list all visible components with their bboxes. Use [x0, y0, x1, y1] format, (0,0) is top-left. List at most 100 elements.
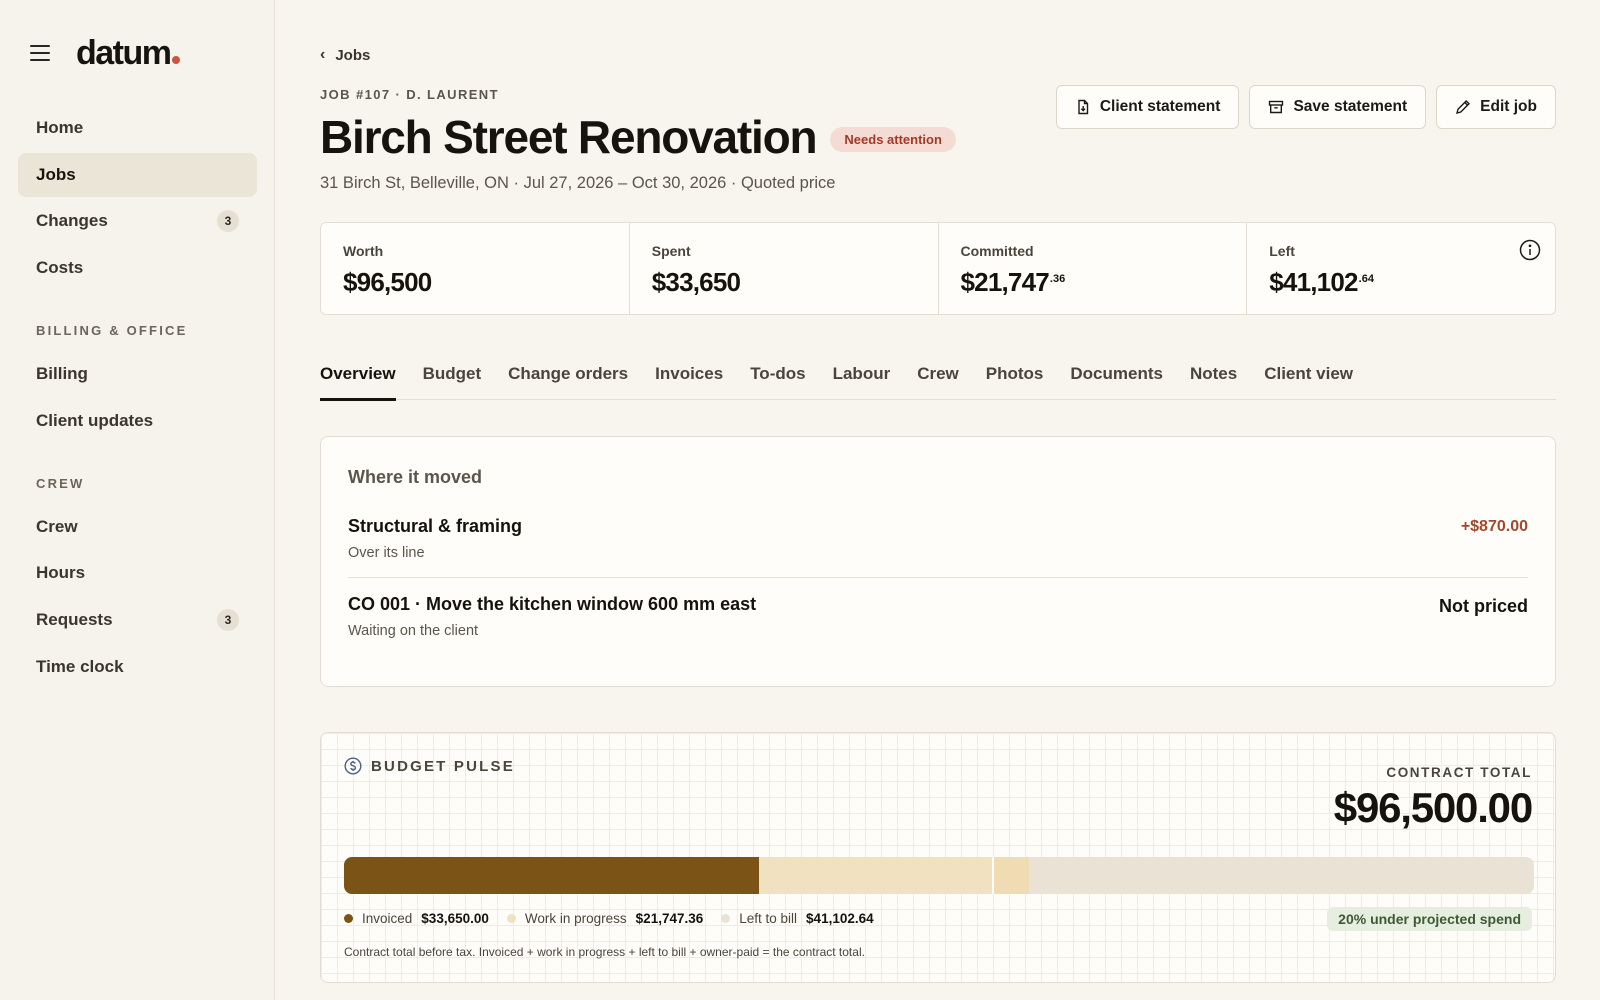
stat-value: $41,102.64 [1269, 267, 1374, 297]
contract-total-label: CONTRACT TOTAL [1386, 765, 1532, 780]
legend-item-wip: Work in progress $21,747.36 [506, 911, 704, 926]
header-actions: Client statement Save statement Edit job [1055, 85, 1556, 129]
list-item[interactable]: Structural & framing Over its line +$870… [348, 516, 1528, 578]
count-badge: 3 [217, 609, 239, 632]
client-statement-button[interactable]: Client statement [1055, 85, 1240, 129]
bar-segment-work-in-progress [758, 857, 993, 894]
tab-budget[interactable]: Budget [423, 360, 482, 400]
contract-total-value: $96,500.00 [1333, 784, 1533, 831]
where-it-moved-card: Where it moved Structural & framing Over… [320, 436, 1556, 687]
sidebar-item-label: Costs [36, 258, 84, 278]
legend-dot [344, 914, 353, 923]
legend-dot [721, 914, 731, 923]
sidebar-item-label: Crew [36, 516, 78, 536]
sidebar-item-jobs[interactable]: Jobs [18, 152, 257, 197]
button-label: Edit job [1480, 98, 1537, 115]
dollar-circle-icon [344, 757, 362, 775]
job-subline: 31 Birch St, Belleville, ON · Jul 27, 20… [320, 174, 836, 192]
sidebar-nav: Home Jobs Changes 3 Costs BILLING & OFFIC… [18, 106, 257, 692]
row-subtitle: Waiting on the client [348, 623, 479, 639]
row-title: CO 001 · Move the kitchen window 600 mm … [348, 594, 757, 614]
document-download-icon [1078, 99, 1089, 115]
sidebar-item-hours[interactable]: Hours [18, 551, 257, 595]
sidebar-item-label: Requests [36, 610, 113, 630]
tab-to-dos[interactable]: To-dos [750, 360, 805, 400]
legend-item-invoiced: Invoiced $33,650.00 [344, 911, 489, 926]
stat-value: $21,747.36 [960, 267, 1066, 297]
sidebar-item-billing[interactable]: Billing [18, 352, 257, 396]
tab-photos[interactable]: Photos [986, 360, 1044, 400]
stats-strip: Worth $96,500 Spent $33,650 Committed $2… [320, 222, 1556, 315]
budget-pulse-header: BUDGET PULSE [344, 757, 515, 775]
pencil-icon [1456, 100, 1471, 114]
stat-worth: Worth $96,500 [321, 223, 630, 314]
sidebar-item-home[interactable]: Home [18, 106, 257, 150]
sidebar-item-label: Client updates [36, 410, 154, 430]
card-title: Where it moved [348, 467, 483, 487]
stat-label: Spent [651, 243, 691, 259]
list-item[interactable]: CO 001 · Move the kitchen window 600 mm … [348, 594, 1528, 639]
job-meta: JOB #107 · D. LAURENT [320, 87, 499, 102]
budget-footnote: Contract total before tax. Invoiced + wo… [344, 945, 865, 959]
sidebar: datum Home Jobs Changes 3 Costs BILLING &… [0, 0, 275, 1000]
button-label: Save statement [1293, 98, 1408, 115]
sidebar-section-billing: BILLING & OFFICE [36, 323, 188, 339]
tab-client-view[interactable]: Client view [1264, 360, 1353, 400]
info-icon[interactable] [1519, 239, 1541, 261]
sidebar-item-costs[interactable]: Costs [18, 246, 257, 290]
legend-item-left: Left to bill $41,102.64 [721, 911, 874, 926]
status-badge: Needs attention [830, 126, 956, 152]
sidebar-item-label: Time clock [36, 656, 124, 676]
menu-icon[interactable] [30, 45, 50, 61]
sidebar-item-time-clock[interactable]: Time clock [18, 645, 257, 689]
sidebar-item-label: Hours [36, 563, 86, 583]
tab-labour[interactable]: Labour [833, 360, 891, 400]
logo[interactable]: datum [76, 36, 180, 70]
legend-label: Invoiced [362, 911, 413, 926]
legend-value: $33,650.00 [421, 911, 489, 926]
spend-status-badge: 20% under projected spend [1327, 907, 1532, 931]
legend-value: $21,747.36 [635, 911, 704, 926]
row-title: Structural & framing [348, 516, 523, 536]
stat-spent: Spent $33,650 [630, 223, 939, 314]
sidebar-item-requests[interactable]: Requests 3 [18, 598, 257, 642]
row-amount: +$870.00 [1460, 518, 1528, 535]
legend-label: Left to bill [739, 911, 798, 926]
tab-overview[interactable]: Overview [320, 360, 396, 401]
brand: datum [30, 36, 180, 70]
budget-legend: Invoiced $33,650.00 Work in progress $21… [344, 911, 892, 926]
logo-dot [171, 56, 180, 64]
stat-label: Left [1269, 243, 1295, 259]
count-badge: 3 [217, 210, 239, 233]
row-amount: Not priced [1438, 596, 1528, 616]
sidebar-item-label: Home [36, 118, 84, 137]
edit-job-button[interactable]: Edit job [1436, 85, 1556, 129]
stat-left: Left $41,102.64 [1247, 223, 1555, 314]
tab-crew[interactable]: Crew [917, 360, 959, 400]
legend-value: $41,102.64 [806, 911, 874, 926]
sidebar-section-crew: CREW [36, 475, 85, 491]
tab-notes[interactable]: Notes [1190, 360, 1237, 400]
legend-dot [506, 914, 516, 923]
tab-invoices[interactable]: Invoices [655, 360, 723, 400]
sidebar-item-crew[interactable]: Crew [18, 505, 257, 549]
sidebar-item-label: Changes [36, 211, 108, 231]
stat-value: $96,500 [343, 267, 432, 297]
title-row: Birch Street Renovation Needs attention [320, 113, 956, 161]
sidebar-item-changes[interactable]: Changes 3 [18, 199, 257, 243]
bar-segment-invoiced [344, 857, 759, 894]
budget-pulse-card: BUDGET PULSE CONTRACT TOTAL $96,500.00 I… [320, 732, 1556, 983]
bar-segment-work-in-progress-tail [994, 857, 1030, 894]
contract-total: CONTRACT TOTAL $96,500.00 [1333, 765, 1533, 832]
stat-value: $33,650 [651, 267, 741, 297]
tab-change-orders[interactable]: Change orders [508, 360, 628, 400]
stat-committed: Committed $21,747.36 [939, 223, 1248, 314]
row-subtitle: Over its line [348, 545, 425, 561]
breadcrumb[interactable]: ‹ Jobs [320, 46, 370, 64]
breadcrumb-label: Jobs [335, 46, 371, 64]
legend-label: Work in progress [524, 911, 627, 926]
budget-bar [344, 857, 1534, 894]
tab-documents[interactable]: Documents [1070, 360, 1163, 400]
sidebar-item-client-updates[interactable]: Client updates [18, 399, 257, 443]
save-statement-button[interactable]: Save statement [1249, 85, 1427, 129]
